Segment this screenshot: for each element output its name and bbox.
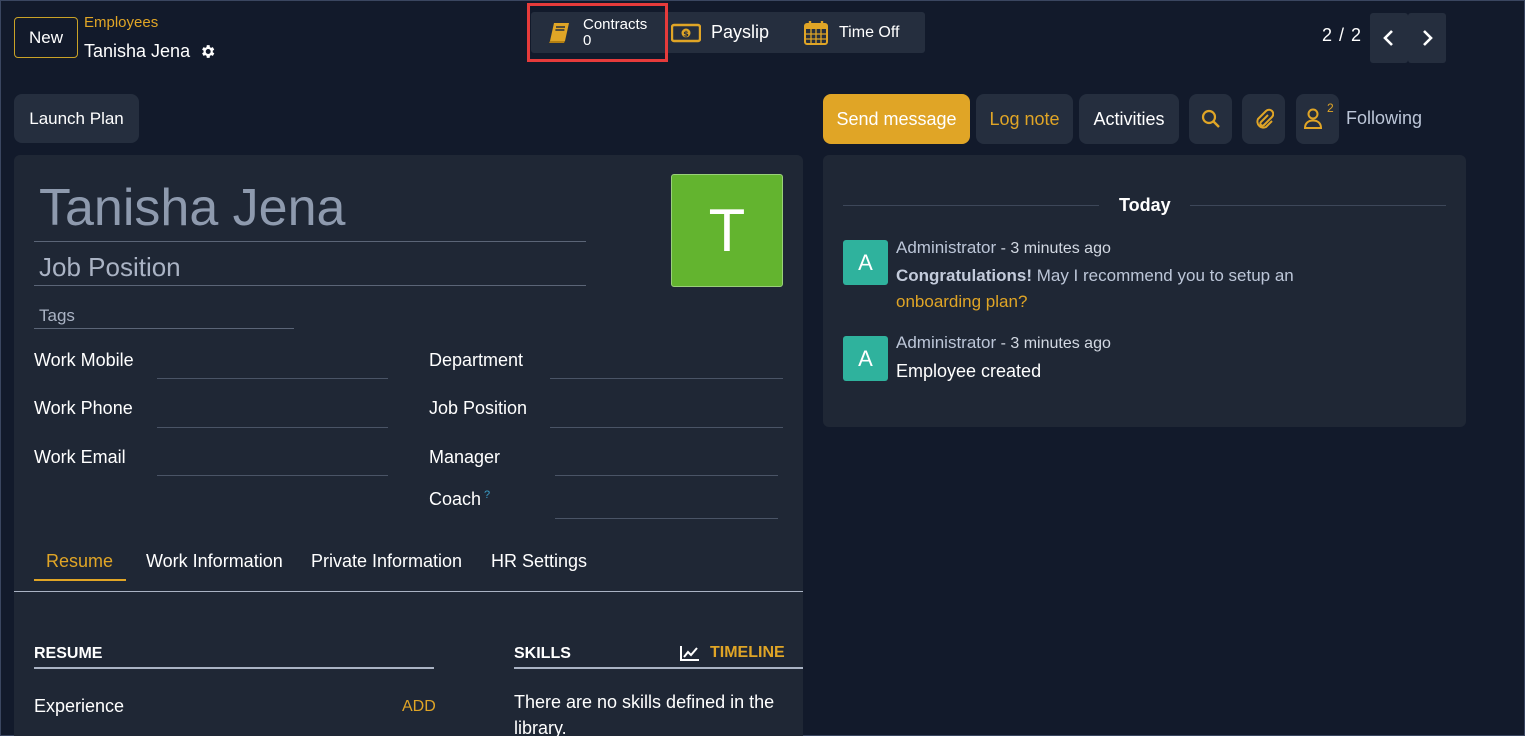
- no-skills-message: There are no skills defined in the libra…: [514, 692, 775, 736]
- pager-next-button[interactable]: [1408, 13, 1446, 63]
- calendar-icon: [804, 20, 828, 45]
- message-body: Congratulations! May I recommend you to …: [896, 263, 1366, 315]
- tab-resume[interactable]: Resume: [46, 551, 113, 572]
- breadcrumb-current: Tanisha Jena: [84, 41, 216, 62]
- work-mobile-label: Work Mobile: [34, 350, 134, 370]
- message-header: Administrator - 3 minutes ago: [896, 238, 1111, 258]
- active-tab-indicator: [34, 579, 126, 581]
- chevron-right-icon: [1423, 30, 1433, 46]
- tags-underline: [34, 328, 294, 329]
- job-position-input[interactable]: Job Position: [39, 252, 181, 283]
- message-avatar[interactable]: A: [843, 240, 888, 285]
- job-underline: [34, 285, 586, 286]
- date-divider-right: [1190, 205, 1446, 206]
- message-time: - 3 minutes ago: [1000, 240, 1111, 257]
- employee-avatar[interactable]: T: [671, 174, 783, 287]
- line-chart-icon: [680, 646, 699, 661]
- message-author[interactable]: Administrator: [896, 238, 996, 257]
- search-icon: [1201, 109, 1220, 128]
- attachments-button[interactable]: [1242, 94, 1285, 144]
- name-underline: [34, 241, 586, 242]
- message-body: Employee created: [896, 361, 1042, 381]
- date-separator: Today: [1119, 195, 1171, 215]
- department-input[interactable]: [550, 378, 783, 379]
- department-label: Department: [429, 350, 524, 370]
- manager-input[interactable]: [555, 475, 778, 476]
- message-header: Administrator - 3 minutes ago: [896, 333, 1111, 353]
- message-avatar[interactable]: A: [843, 336, 888, 381]
- tab-private-information[interactable]: Private Information: [311, 551, 462, 572]
- help-tooltip-icon[interactable]: ?: [484, 489, 490, 501]
- record-name: Tanisha Jena: [84, 41, 191, 61]
- paperclip-icon: [1255, 108, 1274, 129]
- experience-label: Experience: [34, 696, 125, 716]
- employee-name-input[interactable]: Tanisha Jena: [39, 178, 345, 238]
- payslip-smart-button[interactable]: $ Payslip: [671, 12, 769, 53]
- send-message-button[interactable]: Send message: [823, 94, 970, 144]
- launch-plan-button[interactable]: Launch Plan: [14, 94, 139, 143]
- tab-work-information[interactable]: Work Information: [146, 551, 283, 572]
- log-note-button[interactable]: Log note: [976, 94, 1073, 144]
- work-email-label: Work Email: [34, 447, 126, 467]
- skills-section-title: SKILLS: [514, 645, 571, 662]
- pager-previous-button[interactable]: [1370, 13, 1408, 63]
- highlight-box: [527, 3, 668, 62]
- new-button[interactable]: New: [14, 17, 78, 58]
- work-email-input[interactable]: [157, 475, 388, 476]
- chevron-left-icon: [1383, 30, 1393, 46]
- search-messages-button[interactable]: [1189, 94, 1232, 144]
- message-text: May I recommend you to setup an: [1032, 266, 1294, 285]
- coach-input[interactable]: [555, 518, 778, 519]
- coach-label: Coach?: [429, 489, 490, 510]
- timeline-label: TIMELINE: [710, 644, 785, 661]
- following-button[interactable]: Following: [1346, 108, 1422, 129]
- onboarding-plan-link[interactable]: onboarding plan?: [896, 292, 1027, 311]
- job-position-field[interactable]: [550, 427, 783, 428]
- pager-value[interactable]: 2 / 2: [1322, 25, 1362, 46]
- coach-label-text: Coach: [429, 489, 482, 509]
- resume-section-title: RESUME: [34, 645, 103, 662]
- timeoff-smart-button[interactable]: Time Off: [803, 12, 899, 53]
- user-icon: [1303, 108, 1322, 129]
- work-phone-input[interactable]: [157, 427, 388, 428]
- message-time: - 3 minutes ago: [1000, 335, 1111, 352]
- work-mobile-input[interactable]: [157, 378, 388, 379]
- resume-divider: [34, 667, 434, 669]
- date-divider-left: [843, 205, 1099, 206]
- timeline-button[interactable]: TIMELINE: [680, 644, 785, 662]
- money-icon: $: [671, 23, 701, 42]
- breadcrumb-employees[interactable]: Employees: [84, 14, 158, 31]
- svg-text:$: $: [683, 29, 689, 38]
- add-experience-button[interactable]: ADD: [402, 698, 436, 716]
- message-author[interactable]: Administrator: [896, 333, 996, 352]
- tabs-divider: [14, 591, 803, 592]
- skills-divider: [514, 667, 803, 669]
- message-bold-text: Congratulations!: [896, 266, 1032, 285]
- tags-input[interactable]: Tags: [39, 306, 75, 326]
- follower-count: 2: [1327, 101, 1334, 115]
- work-phone-label: Work Phone: [34, 398, 133, 418]
- timeoff-label: Time Off: [839, 23, 900, 41]
- job-position-label: Job Position: [429, 398, 528, 418]
- tab-hr-settings[interactable]: HR Settings: [491, 551, 587, 572]
- manager-label: Manager: [429, 447, 501, 467]
- activities-button[interactable]: Activities: [1079, 94, 1179, 144]
- payslip-label: Payslip: [711, 22, 770, 42]
- gear-icon[interactable]: [199, 43, 216, 60]
